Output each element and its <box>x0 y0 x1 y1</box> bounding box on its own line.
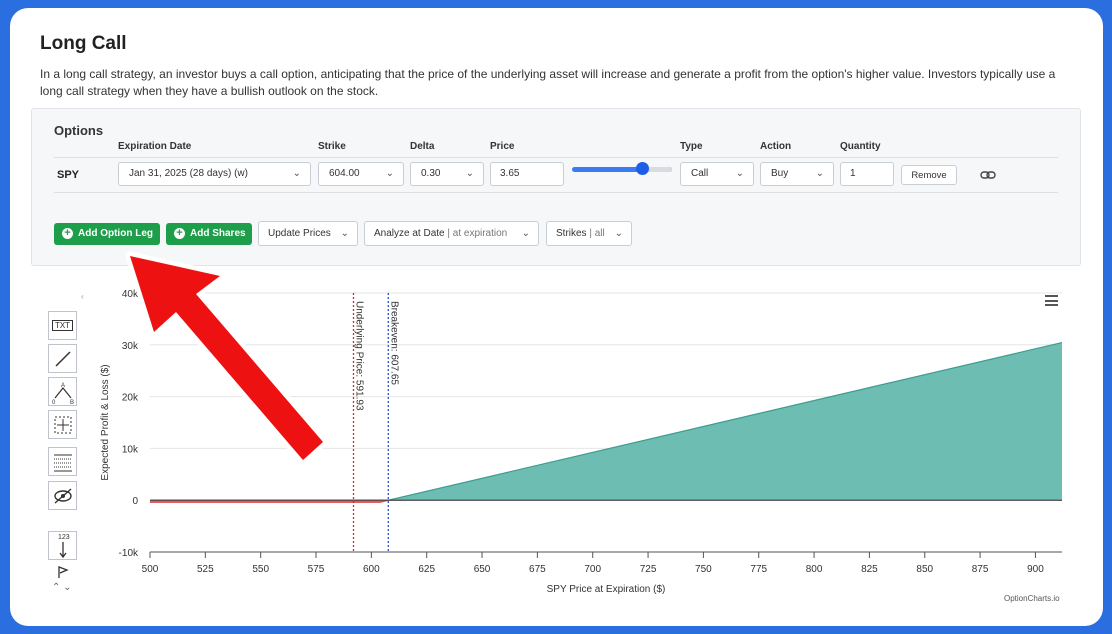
x-tick-label: 650 <box>474 564 491 575</box>
red-arrow-pointer <box>125 251 328 465</box>
y-axis-label: Expected Profit & Loss ($) <box>100 364 111 480</box>
x-tick-label: 800 <box>806 564 823 575</box>
chart-credit: OptionCharts.io <box>1004 594 1060 603</box>
x-tick-label: 600 <box>363 564 380 575</box>
annotation-label: Underlying Price: 591.93 <box>353 301 364 411</box>
chart-annotations: Underlying Price: 591.93 Breakeven: 607.6… <box>352 293 399 552</box>
x-tick-label: 675 <box>529 564 546 575</box>
annotation-label: Breakeven: 607.65 <box>388 301 399 385</box>
x-tick-label: 750 <box>695 564 712 575</box>
x-tick-label: 575 <box>308 564 325 575</box>
x-tick-label: 550 <box>252 564 269 575</box>
x-tick-label: 725 <box>640 564 657 575</box>
y-tick-label: -10k <box>119 548 139 559</box>
y-tick-label: 0 <box>132 496 138 507</box>
x-tick-label: 875 <box>972 564 989 575</box>
x-tick-label: 900 <box>1027 564 1044 575</box>
x-tick-label: 850 <box>916 564 933 575</box>
x-tick-label: 500 <box>142 564 159 575</box>
x-tick-label: 825 <box>861 564 878 575</box>
main-card: Long Call In a long call strategy, an in… <box>10 8 1103 626</box>
x-tick-label: 625 <box>418 564 435 575</box>
x-tick-label: 700 <box>584 564 601 575</box>
x-axis-label: SPY Price at Expiration ($) <box>547 584 666 595</box>
x-tick-label: 525 <box>197 564 214 575</box>
chart-menu-icon[interactable] <box>1045 295 1058 309</box>
x-tick-label: 775 <box>750 564 767 575</box>
